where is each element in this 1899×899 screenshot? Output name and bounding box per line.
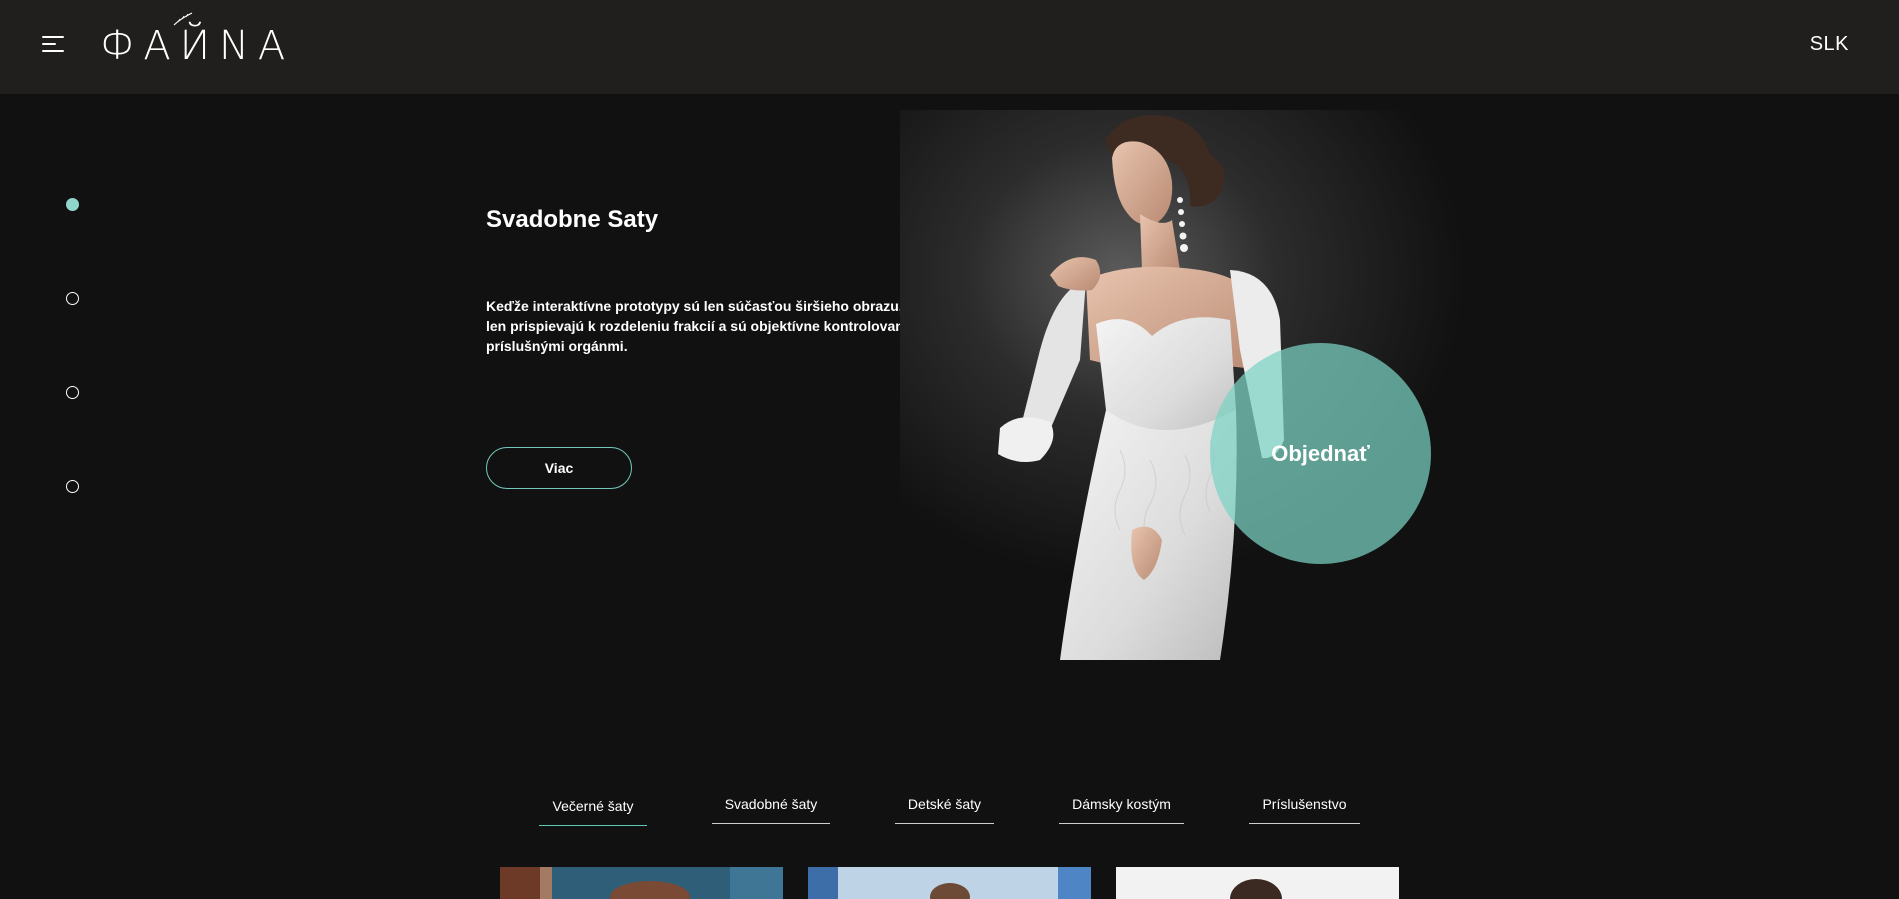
more-button[interactable]: Viac	[486, 447, 632, 489]
site-logo[interactable]: ФАЙNA	[100, 22, 294, 70]
logo-feather-icon	[173, 12, 193, 26]
hero-dress-image	[900, 110, 1520, 660]
tab-accessories[interactable]: Príslušenstvo	[1249, 796, 1360, 824]
language-selector[interactable]: SLK	[1810, 33, 1849, 56]
slider-dot-4[interactable]	[66, 480, 79, 493]
slider-dot-3[interactable]	[66, 386, 79, 399]
product-image[interactable]	[1116, 867, 1399, 899]
site-header: ФАЙNA SLK	[0, 0, 1899, 94]
hero-description: Keďže interaktívne prototypy sú len súča…	[486, 298, 912, 354]
order-button[interactable]: Objednať	[1210, 343, 1431, 564]
slider-dot-2[interactable]	[66, 292, 79, 305]
tab-wedding-dresses[interactable]: Svadobné šaty	[712, 796, 830, 824]
hero-title: Svadobne Saty	[486, 206, 659, 233]
hamburger-menu-icon[interactable]	[42, 36, 64, 54]
product-image[interactable]	[808, 867, 1091, 899]
slider-dot-1[interactable]	[66, 198, 79, 211]
tab-kids-dresses[interactable]: Detské šaty	[895, 796, 994, 824]
product-image[interactable]	[500, 867, 783, 899]
tab-womens-suit[interactable]: Dámsky kostým	[1059, 796, 1184, 824]
tab-evening-dresses[interactable]: Večerné šaty	[539, 798, 647, 826]
